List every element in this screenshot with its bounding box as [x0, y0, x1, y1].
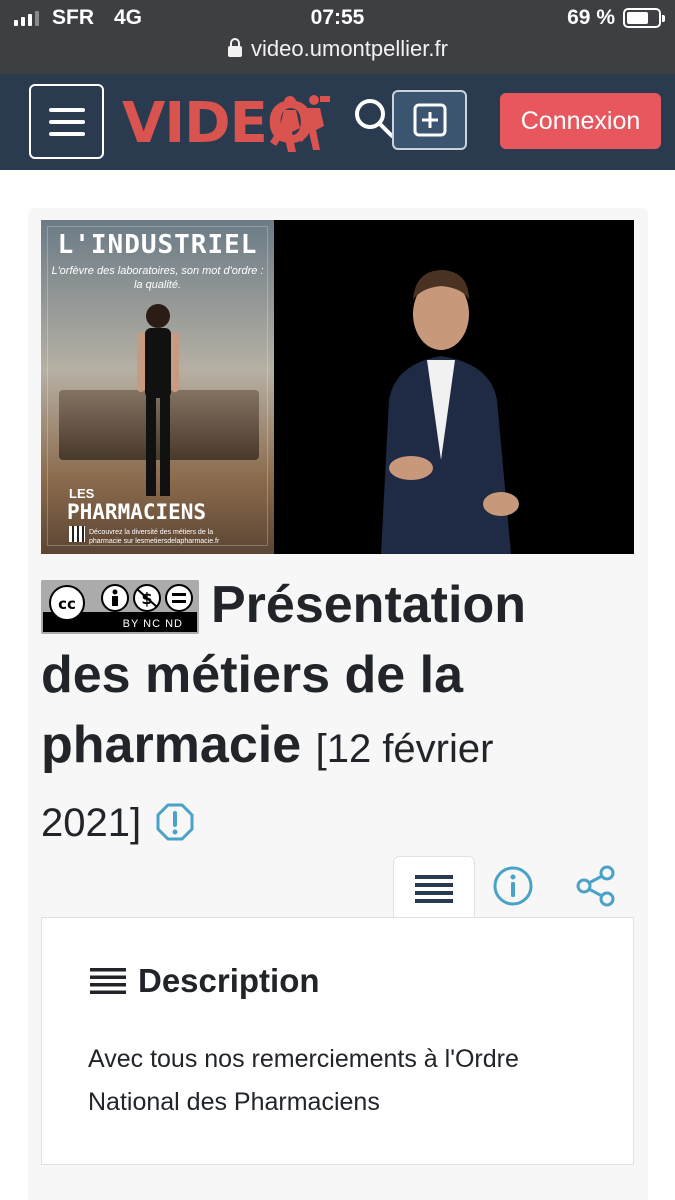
tab-share[interactable]	[574, 864, 618, 908]
page-title-block: Présentation des métiers de la pharmacie…	[41, 570, 601, 858]
description-heading: Description	[90, 962, 320, 1000]
poster-person-image	[137, 304, 179, 496]
alert-octagon-icon[interactable]	[155, 802, 195, 842]
qr-code-icon	[69, 526, 85, 542]
presenter-image	[381, 270, 519, 554]
plus-square-icon	[413, 103, 446, 137]
tab-description[interactable]	[393, 856, 475, 918]
url-text: video.umontpellier.fr	[251, 36, 448, 61]
battery-icon	[623, 8, 665, 28]
search-icon[interactable]	[352, 96, 396, 140]
add-video-button[interactable]	[392, 90, 467, 150]
top-navbar: VIDEO Connexion	[0, 74, 675, 170]
align-justify-icon	[90, 968, 126, 994]
login-button[interactable]: Connexion	[500, 93, 661, 149]
poster-footer: Découvrez la diversité des métiers de la…	[89, 529, 220, 545]
video-player[interactable]: L'INDUSTRIEL L'orfèvre des laboratoires,…	[41, 220, 634, 554]
list-icon	[415, 874, 453, 903]
status-right: 69 %	[567, 6, 665, 30]
address-bar[interactable]: video.umontpellier.fr	[0, 36, 675, 62]
hamburger-icon-bar	[48, 119, 85, 124]
battery-fill	[627, 12, 648, 24]
runner-logo-icon	[270, 95, 330, 152]
poster-title: L'INDUSTRIEL	[57, 230, 258, 260]
share-icon	[576, 865, 615, 907]
poster-brand: PHARMACIENS	[67, 500, 207, 524]
poster-subtitle: L'orfèvre des laboratoires, son mot d'or…	[51, 265, 264, 291]
hamburger-icon-bar	[48, 131, 85, 136]
battery-percent: 69 %	[567, 6, 615, 29]
video-poster: L'INDUSTRIEL L'orfèvre des laboratoires,…	[41, 220, 274, 554]
description-text: Avec tous nos remerciements à l'Ordre Na…	[88, 1045, 519, 1116]
lock-icon	[228, 38, 243, 57]
description-heading-label: Description	[138, 962, 320, 999]
description-panel: Description Avec tous nos remerciements …	[41, 917, 634, 1165]
poster-les: LES	[69, 486, 95, 501]
status-bar: SFR 4G 07:55 69 % video.umontpellier.fr	[0, 0, 675, 74]
menu-button[interactable]	[29, 84, 104, 159]
hamburger-icon-bar	[48, 107, 85, 112]
tab-info[interactable]	[491, 864, 535, 908]
info-icon	[493, 866, 533, 906]
